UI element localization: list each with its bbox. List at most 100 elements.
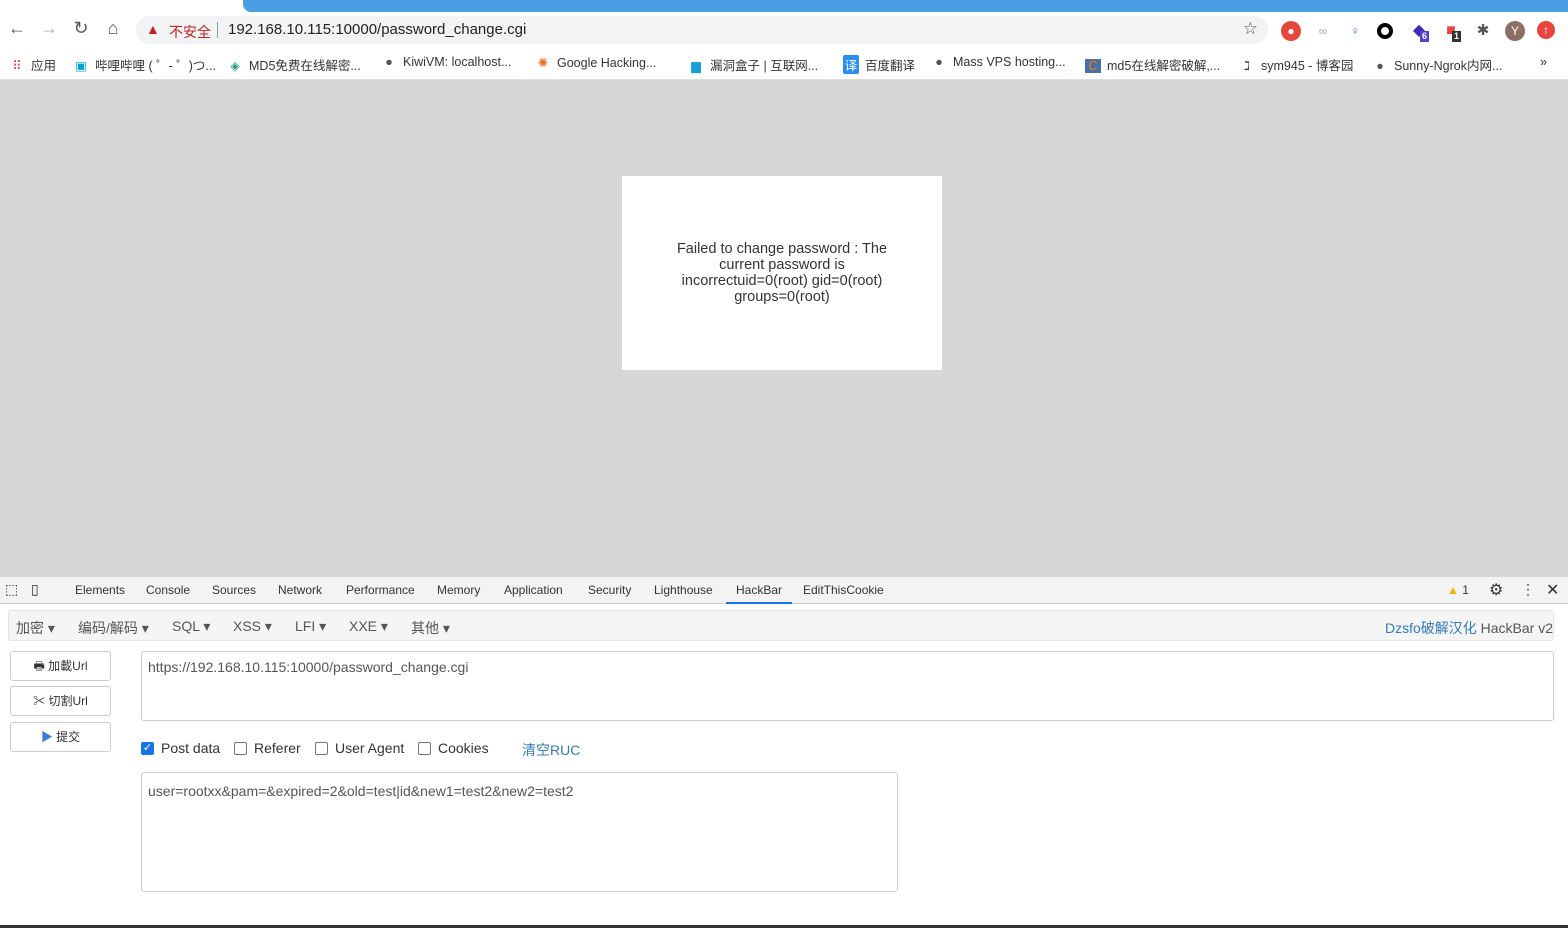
- bookmark-label: MD5免费在线解密...: [249, 59, 361, 73]
- tab-editthiscookie[interactable]: EditThisCookie: [803, 583, 884, 597]
- brand-link[interactable]: Dzsfo破解汉化: [1385, 620, 1477, 636]
- tab-network[interactable]: Network: [278, 583, 322, 597]
- red-extension-icon[interactable]: ■ 1: [1441, 21, 1462, 42]
- load-url-button[interactable]: 🖶 加載Url: [10, 651, 111, 681]
- post-data-textarea[interactable]: user=rootxx&pam=&expired=2&old=test|id&n…: [141, 772, 898, 892]
- tab-application[interactable]: Application: [504, 583, 563, 597]
- close-devtools-icon[interactable]: ✕: [1546, 580, 1559, 600]
- back-icon[interactable]: ←: [5, 18, 29, 39]
- bookmark-item[interactable]: ▆ 漏洞盒子 | 互联网...: [688, 55, 818, 74]
- settings-gear-icon[interactable]: ⚙: [1489, 580, 1503, 600]
- bookmark-item[interactable]: 译百度翻译: [843, 55, 915, 74]
- menu-xss[interactable]: XSS ▾: [233, 618, 272, 635]
- bookmark-item[interactable]: ● Sunny-Ngrok内网...: [1372, 55, 1502, 74]
- post-data-checkbox[interactable]: ✓ Post data: [141, 740, 220, 756]
- devtools-tabbar: ⬚ ▯ Elements Console Sources Network Per…: [0, 577, 1568, 604]
- menu-xxe[interactable]: XXE ▾: [349, 618, 388, 635]
- diamond-extension-icon[interactable]: ◆ 6: [1409, 21, 1430, 42]
- reload-icon[interactable]: ↻: [69, 18, 93, 39]
- menu-other[interactable]: 其他 ▾: [411, 618, 450, 638]
- menu-label: 加密: [16, 620, 44, 636]
- bookmark-item[interactable]: ◈ MD5免费在线解密...: [227, 55, 361, 74]
- bookmark-item[interactable]: ℷ sym945 - 博客园: [1239, 55, 1353, 74]
- menu-label: XSS: [233, 618, 262, 634]
- device-toggle-icon[interactable]: ▯: [31, 581, 39, 598]
- tab-performance[interactable]: Performance: [346, 583, 415, 597]
- profile-avatar[interactable]: Y: [1505, 21, 1525, 41]
- menu-sql[interactable]: SQL ▾: [172, 618, 210, 635]
- bookmark-label: sym945 - 博客园: [1261, 59, 1354, 73]
- referer-checkbox[interactable]: Referer: [234, 740, 301, 756]
- browser-toolbar: ← → ↻ ⌂ ▲ 不安全 192.168.10.115:10000/passw…: [0, 12, 1568, 48]
- ring-extension-icon[interactable]: [1377, 23, 1393, 39]
- bookmark-label: 百度翻译: [865, 59, 916, 73]
- menu-encode-decode[interactable]: 编码/解码 ▾: [78, 618, 149, 638]
- tab-lighthouse[interactable]: Lighthouse: [654, 583, 713, 597]
- bookmark-item[interactable]: ✺ Google Hacking...: [535, 55, 657, 70]
- tab-console[interactable]: Console: [146, 583, 190, 597]
- bookmark-label: 哔哩哔哩 ( ゜- ゜)つ...: [95, 59, 216, 73]
- inspect-element-icon[interactable]: ⬚: [5, 581, 18, 598]
- checkbox-label: Referer: [254, 740, 301, 756]
- checkbox[interactable]: [418, 741, 431, 755]
- bug-icon: ✺: [537, 56, 549, 70]
- devtools-panel: ⬚ ▯ Elements Console Sources Network Per…: [0, 577, 1568, 928]
- bookmark-star-icon[interactable]: ☆: [1243, 19, 1258, 39]
- bookmark-item[interactable]: Cmd5在线解密破解,...: [1085, 55, 1220, 74]
- more-menu-icon[interactable]: ⋮: [1521, 581, 1535, 598]
- active-tab[interactable]: [243, 0, 1568, 12]
- printer-icon: 🖶: [33, 659, 45, 673]
- bookmark-item[interactable]: ● Mass VPS hosting...: [931, 55, 1065, 69]
- menu-encrypt[interactable]: 加密 ▾: [16, 618, 55, 638]
- cnblogs-icon: ℷ: [1244, 59, 1250, 73]
- globe-icon: ●: [1376, 59, 1384, 73]
- checkbox-checked[interactable]: ✓: [141, 741, 154, 755]
- cookie-extension-icon[interactable]: ●: [1281, 21, 1301, 41]
- bookmark-apps[interactable]: ⠿ 应用: [9, 55, 56, 74]
- translate-icon: 译: [843, 55, 859, 74]
- bookmark-label: KiwiVM: localhost...: [403, 55, 512, 69]
- button-label: 提交: [56, 730, 81, 744]
- tab-sources[interactable]: Sources: [212, 583, 256, 597]
- address-bar[interactable]: ▲ 不安全 192.168.10.115:10000/password_chan…: [136, 16, 1268, 44]
- button-label: 切割Url: [48, 694, 88, 708]
- update-icon[interactable]: ↑: [1537, 21, 1555, 39]
- warning-icon: ▲: [146, 21, 160, 37]
- user-agent-checkbox[interactable]: User Agent: [315, 740, 404, 756]
- submit-button[interactable]: ▶ 提交: [10, 722, 111, 752]
- clear-ruc-link[interactable]: 清空RUC: [522, 740, 580, 760]
- bookmarks-overflow-button[interactable]: »: [1540, 55, 1547, 69]
- home-icon[interactable]: ⌂: [101, 18, 125, 39]
- forward-icon[interactable]: →: [37, 18, 61, 39]
- puzzle-extensions-icon[interactable]: ✱: [1473, 21, 1493, 41]
- button-label: 加載Url: [48, 659, 88, 673]
- tab-strip: [0, 0, 1568, 12]
- tab-security[interactable]: Security: [588, 583, 631, 597]
- checkbox-label: User Agent: [335, 740, 405, 756]
- bookmark-label: Google Hacking...: [557, 56, 657, 70]
- url-text[interactable]: 192.168.10.115:10000/password_change.cgi: [228, 21, 526, 38]
- checkbox[interactable]: [315, 741, 328, 755]
- menu-label: SQL: [172, 618, 200, 634]
- split-url-button[interactable]: ✂ 切割Url: [10, 686, 111, 716]
- url-textarea[interactable]: https://192.168.10.115:10000/password_ch…: [141, 651, 1554, 721]
- menu-label: 编码/解码: [78, 620, 138, 636]
- link-extension-icon[interactable]: ∞: [1313, 21, 1333, 41]
- cookies-checkbox[interactable]: Cookies: [418, 740, 489, 756]
- bookmark-label: Sunny-Ngrok内网...: [1394, 59, 1503, 73]
- insecure-label: 不安全: [169, 24, 211, 40]
- tab-memory[interactable]: Memory: [437, 583, 480, 597]
- divider: [217, 22, 218, 38]
- bookmark-item[interactable]: ● KiwiVM: localhost...: [381, 55, 511, 69]
- checkbox[interactable]: [234, 741, 247, 755]
- menu-label: 其他: [411, 620, 439, 636]
- bookmark-label: md5在线解密破解,...: [1107, 59, 1221, 73]
- checkbox-label: Post data: [161, 740, 221, 756]
- tab-elements[interactable]: Elements: [75, 583, 125, 597]
- pin-extension-icon[interactable]: ♀: [1345, 21, 1365, 41]
- bookmark-item[interactable]: ▣ 哔哩哔哩 ( ゜- ゜)つ...: [73, 55, 216, 74]
- warnings-indicator[interactable]: ▲ 1: [1447, 583, 1469, 597]
- tab-hackbar[interactable]: HackBar: [726, 583, 793, 604]
- menu-lfi[interactable]: LFI ▾: [295, 618, 326, 635]
- menu-label: LFI: [295, 618, 316, 634]
